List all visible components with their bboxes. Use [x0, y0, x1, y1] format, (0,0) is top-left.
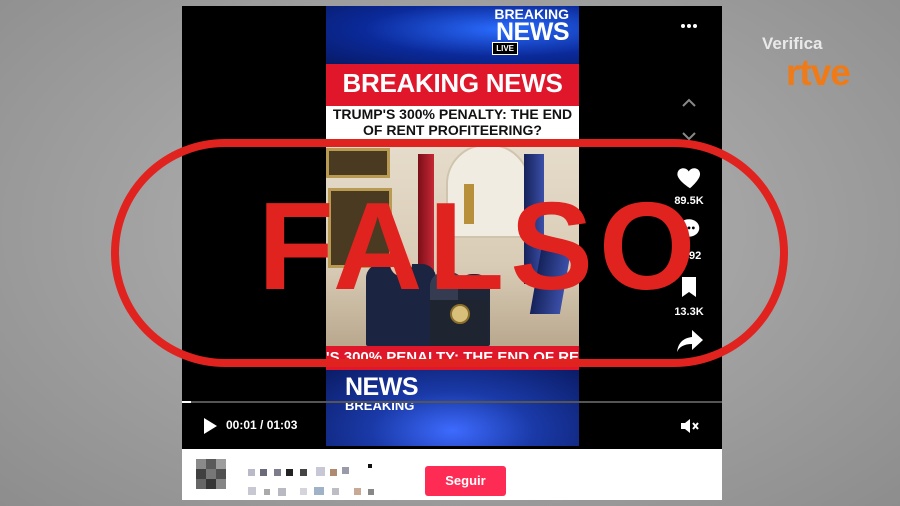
name-pixel — [248, 469, 255, 476]
name-pixel — [354, 488, 361, 495]
name-pixel — [368, 489, 374, 495]
avatar-pixel — [206, 469, 216, 479]
video-content[interactable]: BREAKING NEWS LIVE BREAKING NEWS TRUMP'S… — [326, 6, 579, 446]
like-button[interactable] — [675, 162, 705, 197]
share-arrow-icon — [677, 330, 703, 352]
flag-red — [418, 154, 434, 274]
progress-track[interactable] — [182, 401, 722, 403]
progress-fill — [182, 401, 191, 403]
ticker-text: P'S 300% PENALTY: THE END OF REN — [326, 349, 579, 366]
comment-icon — [678, 219, 700, 239]
avatar-pixel — [216, 469, 226, 479]
bookmark-icon — [682, 277, 696, 297]
name-pixel — [278, 488, 286, 496]
time-readout: 00:01 / 01:03 — [226, 418, 298, 432]
brand-verifica: Verifica — [762, 34, 823, 53]
avatar-pixel — [216, 479, 226, 489]
badge-line2: NEWS — [496, 18, 569, 46]
oval-office-scene — [326, 144, 579, 346]
brand-rtve-logo: rtve — [786, 52, 851, 93]
mute-button[interactable] — [680, 418, 700, 439]
follow-button[interactable]: Seguir — [425, 466, 506, 496]
heart-icon — [677, 168, 701, 189]
name-pixel — [330, 469, 337, 476]
name-pixel — [248, 487, 256, 495]
bookshelf — [446, 144, 530, 238]
painting-top — [326, 148, 390, 178]
save-button[interactable] — [678, 275, 700, 304]
next-video-button[interactable] — [681, 128, 697, 146]
avatar-pixel — [196, 469, 206, 479]
speaker-figure — [366, 264, 436, 346]
comment-button[interactable] — [676, 216, 702, 247]
more-dots-icon — [681, 24, 697, 28]
likes-count: 89.5K — [674, 195, 704, 207]
name-pixel — [286, 469, 293, 476]
name-pixel — [314, 487, 324, 495]
saves-count: 13.3K — [674, 306, 704, 318]
name-pixel — [368, 464, 372, 468]
play-icon — [204, 418, 217, 434]
more-options-button[interactable] — [680, 16, 698, 34]
chevron-up-icon — [682, 98, 696, 107]
play-button[interactable] — [202, 417, 218, 440]
chevron-down-icon — [682, 132, 696, 141]
comments-count: 8592 — [676, 250, 702, 262]
avatar-pixel — [206, 479, 216, 489]
name-pixel — [316, 467, 325, 476]
breaking-news-logo: BREAKING NEWS — [494, 7, 569, 46]
name-pixel — [300, 469, 307, 476]
presidential-seal-icon — [450, 304, 470, 324]
headline-text: TRUMP'S 300% PENALTY: THE END OF RENT PR… — [332, 106, 573, 138]
avatar-pixel — [196, 459, 206, 469]
name-pixel — [264, 489, 270, 495]
avatar-pixel — [216, 459, 226, 469]
avatar-pixel — [196, 479, 206, 489]
portrait-painting — [328, 188, 392, 268]
live-badge: LIVE — [492, 42, 518, 55]
share-button[interactable] — [675, 328, 705, 359]
speaker-head — [390, 252, 412, 276]
vase — [464, 184, 474, 224]
name-pixel — [300, 488, 307, 495]
banner-title: BREAKING NEWS — [342, 68, 563, 98]
name-pixel — [260, 469, 267, 476]
name-pixel — [342, 467, 349, 474]
previous-video-button[interactable] — [681, 95, 697, 113]
name-pixel — [332, 488, 339, 495]
muted-speaker-icon — [681, 419, 699, 433]
avatar-pixel — [206, 459, 216, 469]
name-pixel — [274, 469, 281, 476]
